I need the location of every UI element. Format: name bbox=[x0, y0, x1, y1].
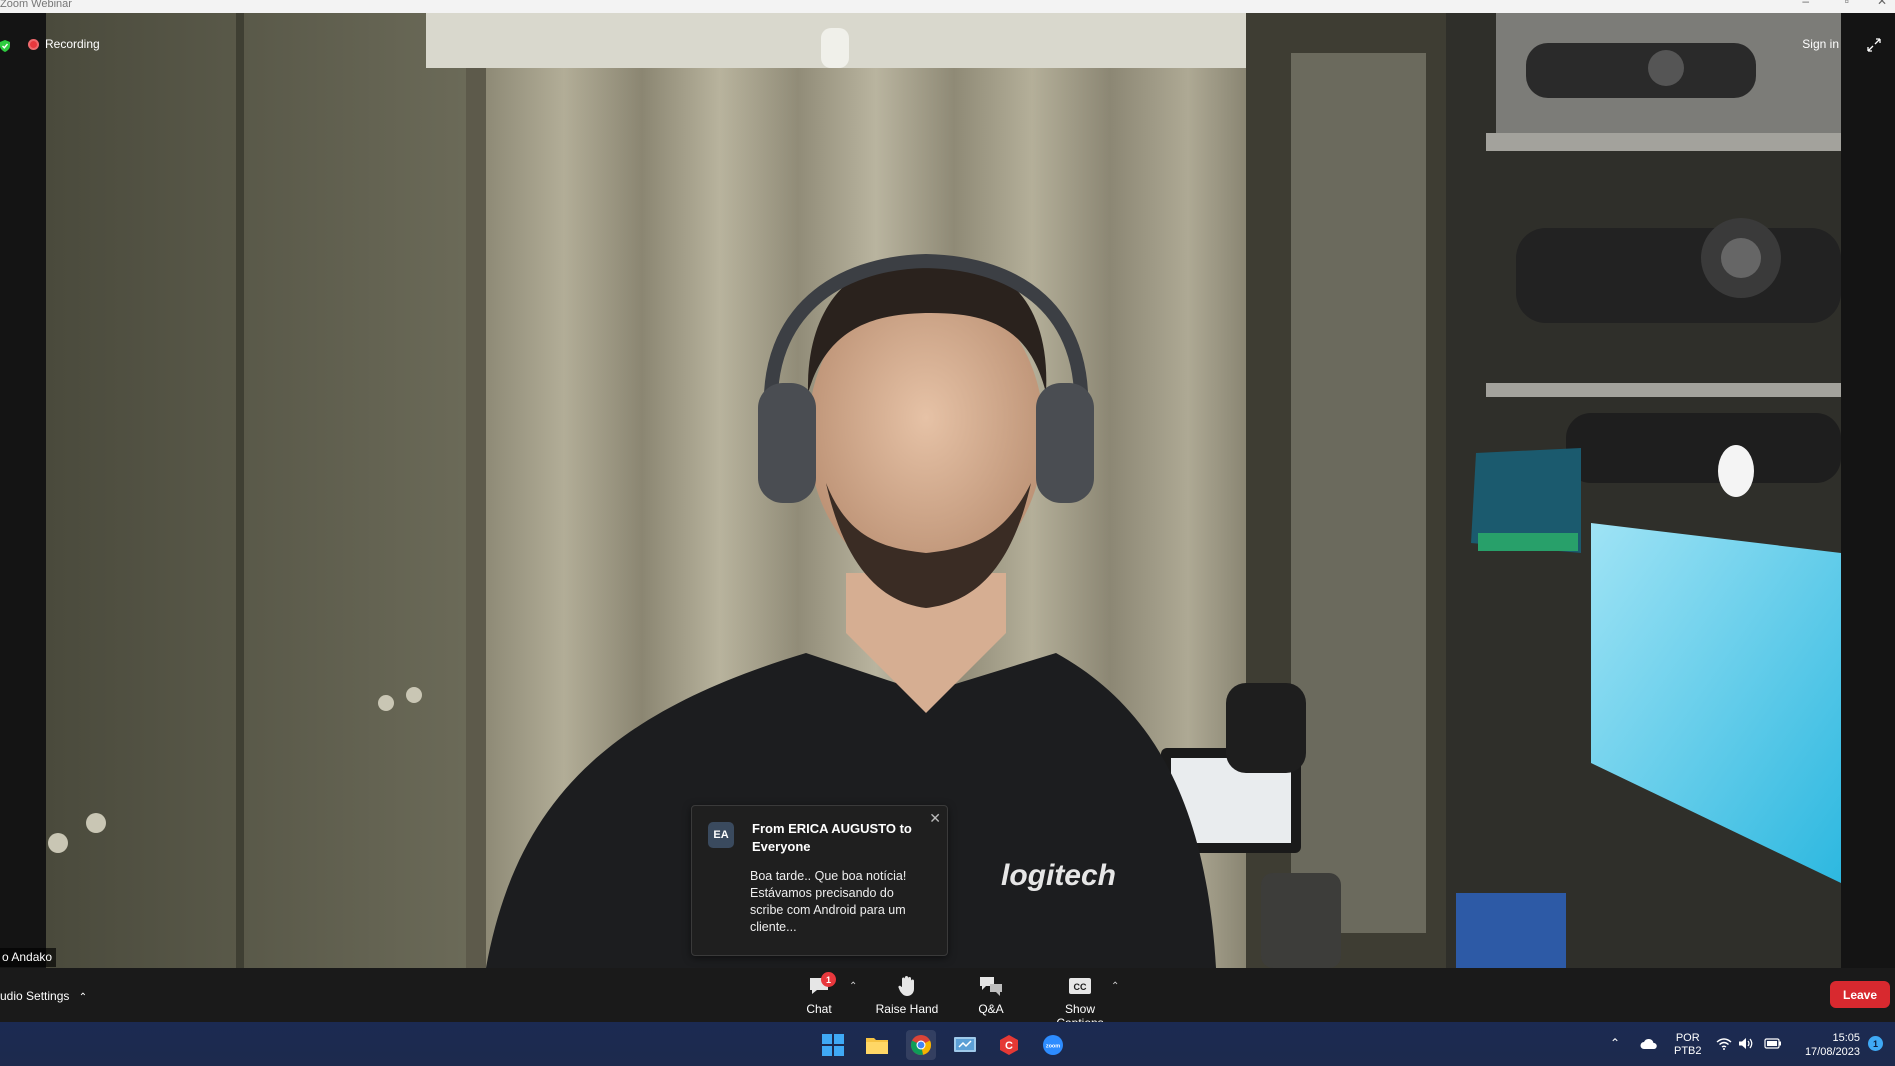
speaker-name-tag: o Andako bbox=[0, 948, 57, 967]
raise-hand-label: Raise Hand bbox=[875, 1002, 939, 1016]
chat-label: Chat bbox=[806, 1002, 832, 1016]
svg-text:C: C bbox=[1005, 1040, 1013, 1052]
audio-settings-button[interactable]: udio Settings ⌃ bbox=[0, 989, 87, 1003]
windows-logo-icon bbox=[822, 1034, 844, 1056]
chat-unread-badge: 1 bbox=[821, 972, 836, 987]
show-hidden-icons-chevron-icon[interactable]: ⌃ bbox=[1610, 1036, 1620, 1050]
chat-message-text: Boa tarde.. Que boa notícia! Estávamos p… bbox=[750, 869, 907, 934]
chat-sender-line: From ERICA AUGUSTO to Everyone bbox=[752, 821, 912, 854]
clock-time: 15:05 bbox=[1832, 1032, 1860, 1044]
chrome-icon bbox=[910, 1035, 932, 1056]
recording-indicator[interactable]: Recording bbox=[28, 37, 100, 51]
chrome-taskbar-button[interactable] bbox=[906, 1030, 936, 1060]
chat-options-chevron-icon[interactable]: ⌃ bbox=[849, 981, 857, 992]
chat-notification[interactable]: EA From ERICA AUGUSTO to Everyone Boa ta… bbox=[691, 805, 948, 956]
close-window-icon[interactable]: ✕ bbox=[1877, 0, 1887, 7]
windows-taskbar: C zoom ⌃ POR PTB2 15:05 17/08/2023 1 bbox=[0, 1022, 1895, 1066]
meeting-control-bar: udio Settings ⌃ Chat ⌃ Raise Hand Q&A CC… bbox=[0, 968, 1895, 1030]
red-hexagon-app-icon: C bbox=[1000, 1035, 1018, 1055]
recording-label: Recording bbox=[45, 37, 100, 51]
sign-in-link[interactable]: Sign in bbox=[1802, 37, 1839, 51]
qa-bubbles-icon bbox=[980, 977, 1002, 996]
raise-hand-button[interactable]: Raise Hand bbox=[867, 974, 947, 1016]
control-panel-icon bbox=[954, 1037, 976, 1052]
hand-icon bbox=[898, 976, 914, 996]
qa-label: Q&A bbox=[978, 1002, 1004, 1016]
start-button[interactable] bbox=[818, 1030, 848, 1060]
sender-avatar: EA bbox=[708, 822, 734, 848]
minimize-icon[interactable]: – bbox=[1802, 0, 1809, 7]
clock-date: 17/08/2023 bbox=[1804, 1046, 1860, 1058]
app-taskbar-button[interactable]: C bbox=[994, 1030, 1024, 1060]
svg-text:zoom: zoom bbox=[1046, 1044, 1060, 1050]
battery-icon[interactable] bbox=[1764, 1037, 1782, 1050]
shirt-logo-text: logitech bbox=[1001, 859, 1116, 892]
file-explorer-taskbar-button[interactable] bbox=[862, 1030, 892, 1060]
maximize-icon[interactable]: ▫ bbox=[1845, 0, 1849, 7]
fullscreen-icon[interactable] bbox=[1867, 38, 1881, 52]
close-notification-icon[interactable]: ✕ bbox=[929, 810, 941, 827]
window-title: Zoom Webinar bbox=[0, 0, 72, 10]
system-clock[interactable]: 15:05 17/08/2023 bbox=[1794, 1031, 1860, 1059]
language-code: POR bbox=[1675, 1032, 1700, 1044]
recording-dot-icon bbox=[28, 38, 39, 50]
wifi-icon[interactable] bbox=[1716, 1037, 1732, 1050]
onedrive-cloud-icon[interactable] bbox=[1640, 1038, 1658, 1050]
volume-icon[interactable] bbox=[1738, 1037, 1754, 1050]
audio-settings-label: udio Settings bbox=[0, 989, 70, 1003]
security-shield-icon[interactable] bbox=[0, 40, 10, 52]
svg-text:CC: CC bbox=[1074, 982, 1087, 992]
qa-button[interactable]: Q&A bbox=[951, 974, 1031, 1016]
zoom-taskbar-button[interactable]: zoom bbox=[1038, 1030, 1068, 1060]
captions-options-chevron-icon[interactable]: ⌃ bbox=[1111, 981, 1119, 992]
chat-button[interactable]: Chat bbox=[779, 974, 859, 1016]
closed-captions-icon: CC bbox=[1069, 978, 1091, 994]
zoom-icon: zoom bbox=[1043, 1035, 1063, 1055]
chevron-up-icon: ⌃ bbox=[78, 992, 88, 1003]
folder-icon bbox=[866, 1038, 888, 1054]
keyboard-layout-code: PTB2 bbox=[1674, 1045, 1702, 1057]
input-language-indicator[interactable]: POR PTB2 bbox=[1674, 1032, 1702, 1058]
control-panel-taskbar-button[interactable] bbox=[950, 1030, 980, 1060]
notification-count-badge[interactable]: 1 bbox=[1868, 1036, 1883, 1051]
window-title-bar: Zoom Webinar – ▫ ✕ bbox=[0, 0, 1895, 13]
leave-button[interactable]: Leave bbox=[1830, 981, 1890, 1008]
